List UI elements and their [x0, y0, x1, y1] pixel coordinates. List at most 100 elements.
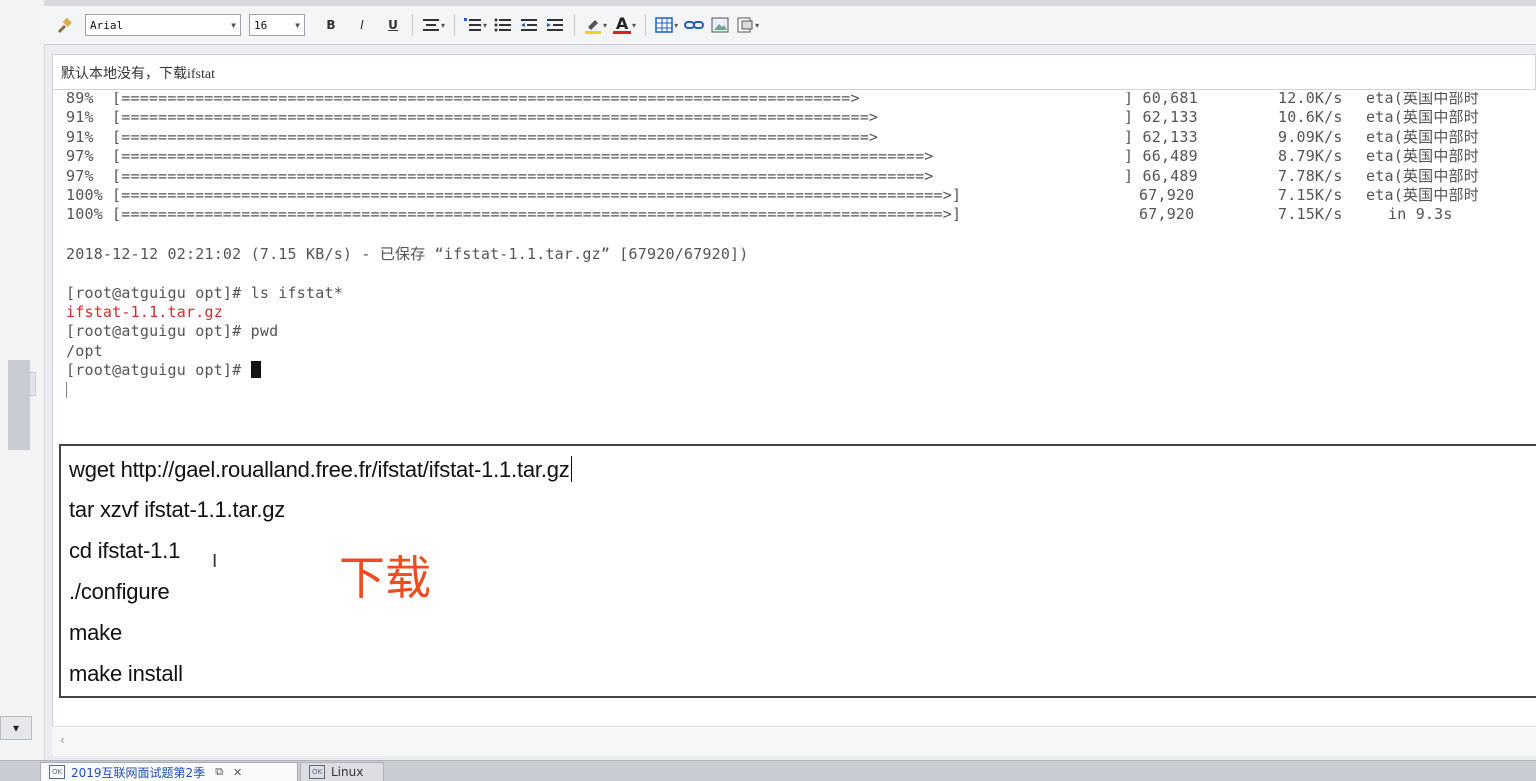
command-line[interactable]: tar xzvf ifstat-1.1.tar.gz: [69, 497, 285, 523]
annotation-label: 下载: [339, 551, 431, 605]
command-line[interactable]: make: [69, 620, 122, 646]
progress-bytes: 67,920: [1139, 186, 1195, 204]
chevron-down-icon: ▼: [295, 20, 300, 30]
progress-bar: [=======================================…: [112, 205, 962, 224]
decrease-indent-icon[interactable]: [519, 13, 539, 37]
command-line[interactable]: cd ifstat-1.1: [69, 538, 180, 564]
progress-bar: [=======================================…: [112, 147, 934, 166]
chevron-down-icon[interactable]: ▾: [0, 716, 32, 740]
progress-row: 97% [====================================…: [66, 167, 1536, 186]
progress-eta: eta(英国中部时: [1366, 127, 1479, 146]
bullet-list-icon[interactable]: [493, 13, 513, 37]
font-color-button[interactable]: A ▾: [613, 13, 636, 37]
progress-pct: 91%: [66, 127, 94, 146]
progress-bytes: ] 66,489: [1124, 166, 1198, 185]
terminal-edge: [66, 382, 67, 398]
progress-eta: eta(英国中部时: [1366, 166, 1479, 185]
command-list[interactable]: wget http://gael.roualland.free.fr/ifsta…: [59, 444, 1536, 698]
progress-bytes: ] 62,133: [1124, 127, 1198, 146]
progress-speed: 12.0K/s: [1278, 92, 1343, 107]
note-title[interactable]: 默认本地没有，下载ifstat: [52, 54, 1536, 90]
progress-speed: 8.79K/s: [1278, 147, 1343, 166]
progress-bar: [=======================================…: [112, 92, 860, 107]
toolbar-separator: [454, 14, 456, 36]
progress-bytes: ] 66,489: [1124, 147, 1198, 166]
highlight-icon[interactable]: ▾: [584, 13, 607, 37]
command-text: wget http://gael.roualland.free.fr/ifsta…: [69, 457, 570, 482]
progress-pct: 97%: [66, 147, 94, 166]
toolbar-separator: [645, 14, 647, 36]
progress-bytes: 67,920: [1139, 205, 1195, 224]
toolbar-separator: [574, 14, 576, 36]
progress-bytes: ] 60,681: [1124, 92, 1198, 107]
link-icon[interactable]: [684, 13, 705, 37]
terminal-prompt: [root@atguigu opt]#: [66, 361, 261, 380]
pwd-output: /opt: [66, 342, 103, 360]
progress-pct: 91%: [66, 108, 94, 127]
align-icon[interactable]: ▾: [422, 13, 445, 37]
toolbar-separator: [412, 14, 413, 36]
formatting-toolbar: Arial ▼ 16 ▼ B I U ▾ ▾ ▾ A ▾ ▾ ▾: [44, 6, 1536, 45]
chevron-down-icon: ▼: [231, 20, 236, 30]
tab-interview-notes[interactable]: OK 2019互联网面试题第2季 ⧉ ✕: [40, 762, 298, 781]
italic-button[interactable]: I: [352, 13, 372, 37]
progress-speed: 9.09K/s: [1278, 127, 1343, 146]
terminal-screenshot: 89% [====================================…: [66, 92, 1536, 402]
progress-pct: 100%: [66, 186, 103, 204]
text-cursor-icon: I: [212, 551, 218, 572]
ls-output: ifstat-1.1.tar.gz: [66, 303, 223, 321]
font-color-label: A: [615, 13, 629, 33]
attachment-icon[interactable]: ▾: [736, 13, 759, 37]
sidebar-scrollbar[interactable]: [8, 360, 30, 450]
increase-indent-icon[interactable]: [545, 13, 565, 37]
progress-eta: eta(英国中部时: [1366, 92, 1479, 107]
command-line[interactable]: make install: [69, 661, 183, 687]
terminal-command: [root@atguigu opt]# ls ifstat*: [66, 284, 343, 302]
numbered-list-icon[interactable]: ▾: [464, 13, 487, 37]
format-painter-icon[interactable]: [54, 13, 74, 37]
text-caret: [570, 456, 572, 482]
prompt-text: [root@atguigu opt]#: [66, 361, 251, 379]
progress-pct: 97%: [66, 166, 94, 185]
font-size-value: 16: [254, 18, 268, 32]
underline-button[interactable]: U: [383, 13, 403, 37]
pop-out-icon[interactable]: ⧉: [215, 765, 223, 779]
progress-speed: 7.78K/s: [1278, 166, 1343, 185]
progress-speed: 10.6K/s: [1278, 108, 1343, 127]
close-icon[interactable]: ✕: [233, 766, 242, 779]
saved-line: 2018-12-12 02:21:02 (7.15 KB/s) - 已保存 “i…: [66, 245, 749, 263]
font-size-select[interactable]: 16 ▼: [249, 14, 305, 36]
progress-row: 91% [====================================…: [66, 128, 1536, 147]
progress-row: 100% [===================================…: [66, 205, 1536, 224]
progress-speed: 7.15K/s: [1278, 205, 1343, 224]
table-icon[interactable]: ▾: [655, 13, 678, 37]
image-icon[interactable]: [710, 13, 730, 37]
progress-eta: in 9.3s: [1388, 205, 1453, 224]
command-line[interactable]: wget http://gael.roualland.free.fr/ifsta…: [69, 456, 572, 483]
progress-bar: [=======================================…: [112, 108, 879, 127]
tab-linux[interactable]: OK Linux: [300, 762, 384, 781]
terminal-command: [root@atguigu opt]# pwd: [66, 322, 279, 340]
bold-button[interactable]: B: [321, 13, 341, 37]
terminal-cursor: [250, 361, 261, 378]
progress-row: 97% [====================================…: [66, 147, 1536, 166]
tab-bar: OK 2019互联网面试题第2季 ⧉ ✕ OK Linux: [0, 760, 1536, 781]
progress-eta: eta(英国中部时: [1366, 108, 1479, 127]
chevron-left-icon[interactable]: ‹: [60, 733, 65, 747]
progress-eta: eta(英国中部时: [1366, 186, 1479, 204]
progress-pct: 89%: [66, 92, 94, 107]
progress-pct: 100%: [66, 205, 103, 224]
command-line[interactable]: ./configure: [69, 579, 170, 605]
tab-label: Linux: [331, 765, 364, 779]
progress-row: 89% [====================================…: [66, 92, 1536, 108]
left-sidebar: ▾: [0, 0, 45, 760]
font-name-value: Arial: [90, 18, 124, 32]
progress-bar: [=======================================…: [112, 166, 934, 185]
notebook-icon: OK: [49, 765, 65, 779]
progress-bar: [=======================================…: [112, 186, 962, 204]
progress-row: 91% [====================================…: [66, 108, 1536, 127]
progress-speed: 7.15K/s: [1278, 186, 1343, 204]
font-name-select[interactable]: Arial ▼: [85, 14, 241, 36]
progress-eta: eta(英国中部时: [1366, 147, 1479, 166]
horizontal-scrollbar[interactable]: ‹: [52, 726, 1536, 755]
